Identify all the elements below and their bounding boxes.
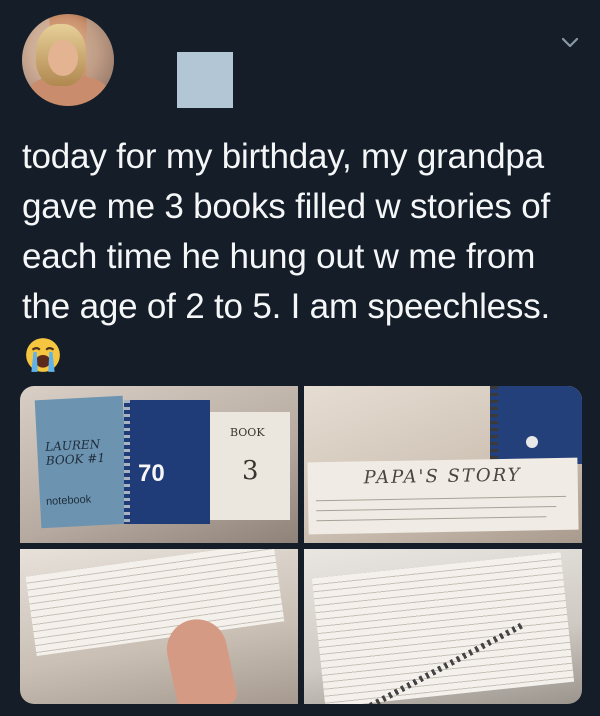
redacted-name-block xyxy=(177,52,233,108)
book1-title: LAUREN BOOK #1 xyxy=(44,437,106,468)
notebook-page xyxy=(311,552,575,704)
photo-papas-story-page[interactable]: PAPA'S STORY xyxy=(304,386,582,543)
tweet-body: today for my birthday, my grandpa gave m… xyxy=(22,137,551,326)
notebook-blue-70: 70 xyxy=(124,400,210,524)
loudly-crying-face-icon xyxy=(26,338,60,372)
avatar[interactable] xyxy=(22,14,114,106)
book1-brand: notebook xyxy=(45,493,92,508)
photo-flipping-pages[interactable] xyxy=(20,549,298,704)
media-grid[interactable]: LAUREN BOOK #1 notebook 70 BOOK 3 PAPA'S… xyxy=(20,386,582,704)
chevron-down-icon[interactable] xyxy=(558,30,582,54)
notebook-lauren-book: LAUREN BOOK #1 notebook xyxy=(34,395,130,529)
tweet-header xyxy=(0,0,600,120)
tweet-text: today for my birthday, my grandpa gave m… xyxy=(22,132,582,382)
notebook-book-3: BOOK 3 xyxy=(210,412,290,520)
book3-number: 3 xyxy=(242,456,259,486)
paper-title: PAPA'S STORY xyxy=(363,464,522,489)
blue-spiral-notebook xyxy=(490,386,582,464)
story-paper: PAPA'S STORY xyxy=(307,457,579,535)
book2-label: 70 xyxy=(138,460,165,487)
notebook-page xyxy=(25,549,285,657)
photo-open-notebook[interactable] xyxy=(304,549,582,704)
photo-three-notebooks[interactable]: LAUREN BOOK #1 notebook 70 BOOK 3 xyxy=(20,386,298,543)
book3-title: BOOK xyxy=(230,426,265,439)
